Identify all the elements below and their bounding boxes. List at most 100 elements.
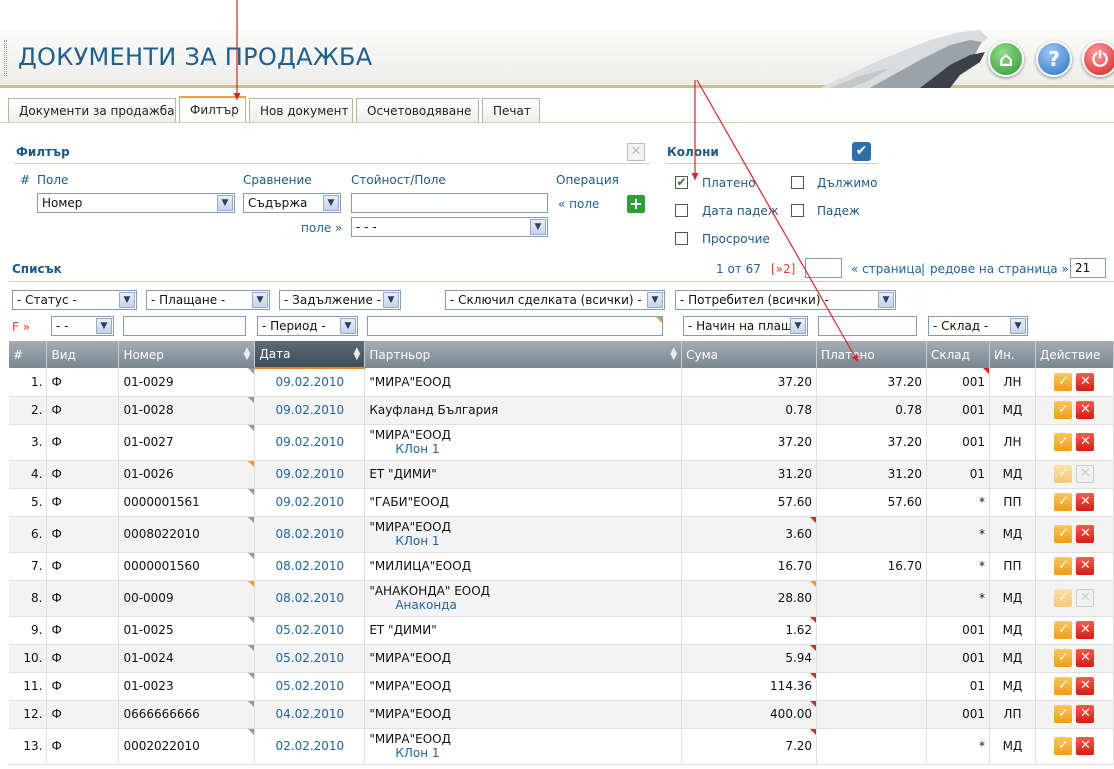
edit-check-icon[interactable]: ✓ (1054, 525, 1073, 543)
row-number[interactable]: 01-0028 (118, 396, 256, 425)
row-date[interactable]: 02.02.2010 (254, 728, 366, 765)
edit-check-icon[interactable]: ✓ (1054, 649, 1073, 667)
tab-accounting[interactable]: Осчетоводяване (356, 98, 479, 122)
edit-check-icon[interactable]: ✓ (1054, 705, 1073, 723)
row-branch[interactable]: КЛон 1 (369, 534, 677, 548)
edit-check-icon[interactable]: ✓ (1054, 737, 1073, 755)
period-filter-select[interactable]: - Период - ▼ (257, 316, 358, 336)
filter-field-select[interactable]: Номер ▼ (37, 193, 235, 213)
col-header-partner[interactable]: Партньор ▲ ▼ (364, 341, 683, 368)
row-date[interactable]: 09.02.2010 (254, 368, 366, 397)
filter-field2-select[interactable]: - - - ▼ (351, 217, 548, 237)
row-partner[interactable]: "МИЛИЦА"ЕООД (364, 552, 683, 581)
row-branch[interactable]: КЛон 1 (369, 746, 677, 760)
filter-compare-select[interactable]: Съдържа ▼ (243, 193, 341, 213)
due-checkbox[interactable] (791, 176, 804, 189)
partner-filter-input[interactable] (367, 316, 663, 336)
delete-icon[interactable]: ✕ (1076, 621, 1095, 639)
user-filter-select[interactable]: - Потребител (всички) - ▼ (675, 290, 896, 310)
payment-filter-select[interactable]: - Плащане - ▼ (146, 290, 270, 310)
delete-icon[interactable]: ✕ (1076, 677, 1095, 695)
delete-icon[interactable]: ✕ (1076, 525, 1095, 543)
col-header-sum[interactable]: Сума (681, 341, 818, 368)
edit-check-icon[interactable]: ✓ (1054, 589, 1073, 607)
columns-apply-icon[interactable]: ✔ (852, 142, 871, 161)
delete-icon[interactable]: ✕ (1076, 465, 1095, 483)
close-filter-icon[interactable]: ✕ (627, 143, 645, 161)
kind-filter-select[interactable]: - - ▼ (51, 316, 114, 336)
delete-icon[interactable]: ✕ (1076, 649, 1095, 667)
maturity-checkbox[interactable] (791, 204, 804, 217)
row-partner[interactable]: ЕТ "ДИМИ" (364, 460, 683, 489)
table-row[interactable]: 11. Ф 01-0023 05.02.2010 "МИРА"ЕООД 114.36 01 М… (9, 672, 1114, 701)
table-row[interactable]: 8. Ф 00-0009 08.02.2010 "АНАКОНДА" ЕООД Анако… (9, 580, 1114, 617)
row-partner[interactable]: "МИРА"ЕООД КЛон 1 (364, 424, 683, 461)
row-number[interactable]: 01-0027 (118, 424, 256, 461)
edit-check-icon[interactable]: ✓ (1054, 401, 1073, 419)
row-branch[interactable]: КЛон 1 (369, 442, 677, 456)
row-date[interactable]: 09.02.2010 (254, 424, 366, 461)
delete-icon[interactable]: ✕ (1076, 705, 1095, 723)
row-date[interactable]: 09.02.2010 (254, 488, 366, 517)
delete-icon[interactable]: ✕ (1076, 557, 1095, 575)
status-filter-select[interactable]: - Статус - ▼ (12, 290, 137, 310)
row-number[interactable]: 01-0025 (118, 616, 256, 645)
col-header-kind[interactable]: Вид (46, 341, 120, 368)
delete-icon[interactable]: ✕ (1076, 493, 1095, 511)
pay-method-filter-select[interactable]: - Начин на плащ ▼ (683, 316, 808, 336)
row-partner[interactable]: "МИРА"ЕООД (364, 672, 683, 701)
rows-per-page-input[interactable]: 21 (1070, 258, 1106, 278)
table-row[interactable]: 10. Ф 01-0024 05.02.2010 "МИРА"ЕООД 5.94 001 МД… (9, 644, 1114, 673)
row-number[interactable]: 00-0009 (118, 580, 256, 617)
col-header-number[interactable]: Номер ▲ ▼ (118, 341, 256, 368)
number-filter-input[interactable] (123, 316, 246, 336)
add-filter-button[interactable]: + (627, 195, 645, 213)
tab-sales-documents[interactable]: Документи за продажба (8, 98, 176, 122)
obligation-filter-select[interactable]: - Задължение - ▼ (279, 290, 401, 310)
table-row[interactable]: 1. Ф 01-0029 09.02.2010 "МИРА"ЕООД 37.20 37.20… (9, 368, 1114, 397)
row-date[interactable]: 05.02.2010 (254, 672, 366, 701)
page-number-input[interactable] (805, 258, 842, 278)
row-partner[interactable]: "МИРА"ЕООД КЛон 1 (364, 516, 683, 553)
paid-checkbox[interactable]: ✔ (675, 176, 688, 189)
row-date[interactable]: 05.02.2010 (254, 616, 366, 645)
warehouse-filter-select[interactable]: - Склад - ▼ (928, 316, 1028, 336)
tab-new-document[interactable]: Нов документ (249, 98, 353, 122)
row-partner[interactable]: ЕТ "ДИМИ" (364, 616, 683, 645)
row-number[interactable]: 0000001561 (118, 488, 256, 517)
delete-icon[interactable]: ✕ (1076, 737, 1095, 755)
edit-check-icon[interactable]: ✓ (1054, 465, 1073, 483)
row-partner[interactable]: "МИРА"ЕООД (364, 700, 683, 729)
row-number[interactable]: 01-0023 (118, 672, 256, 701)
edit-check-icon[interactable]: ✓ (1054, 433, 1073, 451)
table-row[interactable]: 13. Ф 0002022010 02.02.2010 "МИРА"ЕООД КЛон 1… (9, 728, 1114, 765)
help-button[interactable]: ? (1036, 41, 1072, 77)
row-number[interactable]: 01-0024 (118, 644, 256, 673)
goto-page-link[interactable]: « страница (851, 262, 922, 276)
row-partner[interactable]: "АНАКОНДА" ЕООД Анаконда (364, 580, 683, 617)
delete-icon[interactable]: ✕ (1076, 401, 1095, 419)
edit-check-icon[interactable]: ✓ (1054, 372, 1073, 391)
edit-check-icon[interactable]: ✓ (1054, 621, 1073, 639)
filter-value-input[interactable] (351, 193, 548, 213)
row-number[interactable]: 01-0026 (118, 460, 256, 489)
row-partner[interactable]: Кауфланд България (364, 396, 683, 425)
col-header-in[interactable]: Ин. (989, 341, 1036, 368)
delete-icon[interactable]: ✕ (1076, 372, 1095, 391)
field2-link[interactable]: поле » (301, 221, 342, 235)
row-date[interactable]: 09.02.2010 (254, 396, 366, 425)
row-date[interactable]: 08.02.2010 (254, 552, 366, 581)
closed-by-filter-select[interactable]: - Сключил сделката (всички) - ▼ (445, 290, 665, 310)
tab-filter[interactable]: Филтър (179, 96, 246, 122)
power-button[interactable]: ⏻ (1082, 41, 1114, 77)
home-button[interactable]: ⌂ (988, 41, 1024, 77)
delete-icon[interactable]: ✕ (1076, 589, 1095, 607)
table-row[interactable]: 5. Ф 0000001561 09.02.2010 "ГАБИ"ЕООД 57.60 57… (9, 488, 1114, 517)
paid-filter-input[interactable] (818, 316, 917, 336)
overdue-checkbox[interactable] (675, 232, 688, 245)
table-row[interactable]: 6. Ф 0008022010 08.02.2010 "МИРА"ЕООД КЛон 13… (9, 516, 1114, 553)
col-header-date[interactable]: Дата ▲ ▼ (254, 341, 366, 369)
row-partner[interactable]: "МИРА"ЕООД (364, 368, 683, 397)
tab-print[interactable]: Печат (482, 98, 540, 122)
field-link[interactable]: « поле (558, 197, 599, 211)
